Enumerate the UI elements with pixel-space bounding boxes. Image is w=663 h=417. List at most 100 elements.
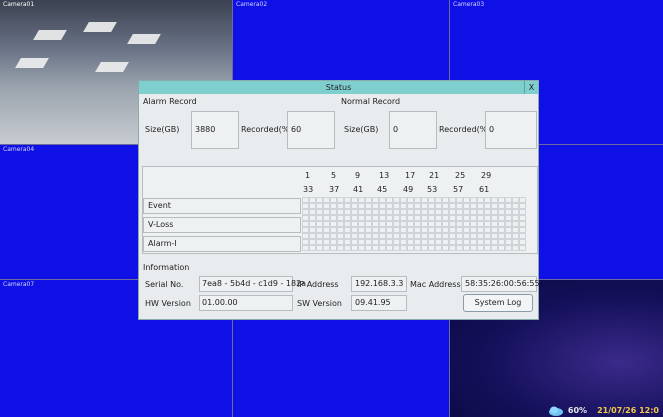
- channel-number: 25: [455, 171, 466, 180]
- dialog-titlebar[interactable]: Status X: [139, 81, 538, 94]
- channel-number: 33: [303, 185, 314, 194]
- camera-label: Camera07: [3, 281, 35, 288]
- channel-status-cell: [372, 245, 379, 251]
- channel-number: 5: [331, 171, 337, 180]
- channel-status-cell: [337, 245, 344, 251]
- channel-status-cell: [477, 245, 484, 251]
- serial-field: 7ea8 - 5b4d - c1d9 - 182a: [199, 276, 306, 292]
- alarm-recorded-label: Recorded(%): [241, 125, 293, 134]
- channel-number: 1: [305, 171, 311, 180]
- camera-label: Camera04: [3, 146, 35, 153]
- channel-status-cell: [484, 245, 491, 251]
- dialog-title: Status: [325, 83, 352, 92]
- cloud-icon: [549, 406, 563, 416]
- ip-label: IP Address: [297, 280, 339, 289]
- mac-value: 58:35:26:00:56:55: [465, 279, 540, 288]
- hw-version-field: 01.00.00: [199, 295, 293, 311]
- normal-recorded-field: 0: [485, 111, 537, 149]
- channel-status-cell: [365, 245, 372, 251]
- channel-status-cell: [358, 245, 365, 251]
- channel-status-cell: [309, 245, 316, 251]
- ip-value: 192.168.3.3: [355, 279, 404, 288]
- channel-status-cell: [498, 245, 505, 251]
- status-overlay: 60% 21/07/26 12:0: [568, 406, 659, 415]
- alarm-recorded-field: 60: [287, 111, 335, 149]
- channel-status-cell: [470, 245, 477, 251]
- ceiling-light: [15, 58, 49, 68]
- channel-number: 57: [453, 185, 464, 194]
- channel-status-cell: [456, 245, 463, 251]
- channel-status-cell: [442, 245, 449, 251]
- alarm-size-value: 3880: [195, 125, 216, 134]
- serial-value: 7ea8 - 5b4d - c1d9 - 182a: [202, 279, 307, 288]
- camera-label: Camera03: [453, 1, 485, 8]
- serial-label: Serial No.: [145, 280, 184, 289]
- camera-label: Camera01: [3, 1, 35, 8]
- channel-status-cell: [400, 245, 407, 251]
- datetime-readout: 21/07/26 12:0: [597, 406, 659, 415]
- channel-number: 41: [353, 185, 364, 194]
- mac-label: Mac Address: [410, 280, 461, 289]
- channel-status-cell: [407, 245, 414, 251]
- channel-status-cell: [505, 245, 512, 251]
- channel-status-cell: [351, 245, 358, 251]
- channel-status-grid: [302, 197, 526, 251]
- ip-field: 192.168.3.3: [351, 276, 407, 292]
- percent-readout: 60%: [567, 406, 588, 415]
- channel-status-panel: 1 5 9 13 17 21 25 29 33 37 41 45 49 53 5…: [142, 166, 538, 254]
- normal-recorded-value: 0: [489, 125, 495, 134]
- alarm-input-row: Alarm-I: [143, 236, 301, 252]
- channel-number: 49: [403, 185, 414, 194]
- row-label-alarm-input: Alarm-I: [148, 239, 177, 248]
- normal-size-label: Size(GB): [344, 125, 379, 134]
- channel-status-cell: [386, 245, 393, 251]
- row-label-vloss: V-Loss: [148, 220, 174, 229]
- channel-status-cell: [519, 245, 526, 251]
- channel-number: 21: [429, 171, 440, 180]
- channel-status-cell: [323, 245, 330, 251]
- ceiling-light: [127, 34, 161, 44]
- sw-version-field: 09.41.95: [351, 295, 407, 311]
- channel-number: 61: [479, 185, 490, 194]
- sw-version-label: SW Version: [297, 299, 342, 308]
- alarm-size-label: Size(GB): [145, 125, 180, 134]
- hw-version-value: 01.00.00: [202, 298, 238, 307]
- channel-status-cell: [491, 245, 498, 251]
- status-dialog: Status X Alarm Record Size(GB) 3880 Reco…: [138, 80, 540, 320]
- system-log-button[interactable]: System Log: [463, 294, 533, 312]
- information-heading: Information: [143, 263, 190, 272]
- channel-number: 37: [329, 185, 340, 194]
- normal-size-field: 0: [389, 111, 437, 149]
- channel-number: 45: [377, 185, 388, 194]
- camera-label: Camera02: [236, 1, 268, 8]
- alarm-size-field: 3880: [191, 111, 239, 149]
- ceiling-light: [33, 30, 67, 40]
- sw-version-value: 09.41.95: [355, 298, 391, 307]
- event-row: Event: [143, 198, 301, 214]
- row-label-event: Event: [148, 201, 171, 210]
- channel-number: 9: [355, 171, 361, 180]
- channel-status-cell: [428, 245, 435, 251]
- vloss-row: V-Loss: [143, 217, 301, 233]
- normal-recorded-label: Recorded(%): [439, 125, 491, 134]
- ceiling-light: [95, 62, 129, 72]
- channel-status-cell: [512, 245, 519, 251]
- normal-size-value: 0: [393, 125, 399, 134]
- channel-status-cell: [302, 245, 309, 251]
- close-button[interactable]: X: [524, 81, 538, 94]
- alarm-recorded-value: 60: [291, 125, 302, 134]
- channel-number: 29: [481, 171, 492, 180]
- channel-status-cell: [344, 245, 351, 251]
- channel-status-cell: [316, 245, 323, 251]
- channel-number: 53: [427, 185, 438, 194]
- hw-version-label: HW Version: [145, 299, 191, 308]
- channel-number: 17: [405, 171, 416, 180]
- mac-field: 58:35:26:00:56:55: [461, 276, 540, 292]
- channel-status-cell: [421, 245, 428, 251]
- normal-record-heading: Normal Record: [341, 97, 401, 106]
- ceiling-light: [83, 22, 117, 32]
- alarm-record-heading: Alarm Record: [143, 97, 197, 106]
- channel-status-cell: [330, 245, 337, 251]
- channel-status-cell: [379, 245, 386, 251]
- channel-status-cell: [435, 245, 442, 251]
